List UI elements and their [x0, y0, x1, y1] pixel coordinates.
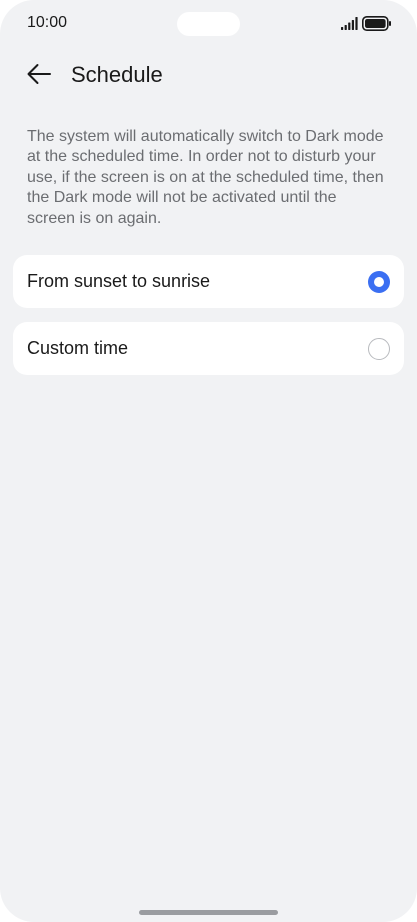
page-title: Schedule [71, 62, 163, 87]
app-header: Schedule [0, 52, 417, 96]
camera-cutout [177, 12, 240, 36]
option-label: Custom time [27, 338, 129, 358]
radio-unselected-icon[interactable] [368, 338, 390, 360]
arrow-left-icon [27, 64, 51, 84]
option-label: From sunset to sunrise [27, 271, 211, 291]
back-button[interactable] [20, 56, 58, 92]
schedule-description: The system will automatically switch to … [27, 128, 384, 227]
option-custom-time[interactable]: Custom time [13, 322, 404, 375]
status-bar: 10:00 [0, 0, 417, 46]
status-time: 10:00 [27, 14, 68, 31]
option-sunset-to-sunrise[interactable]: From sunset to sunrise [13, 255, 404, 308]
home-indicator[interactable] [139, 910, 278, 915]
battery-full-icon [362, 16, 391, 31]
radio-selected-icon[interactable] [368, 271, 390, 293]
signal-bars-icon [341, 17, 358, 30]
settings-screen: 10:00 Schedule The system will automatic… [0, 0, 417, 922]
